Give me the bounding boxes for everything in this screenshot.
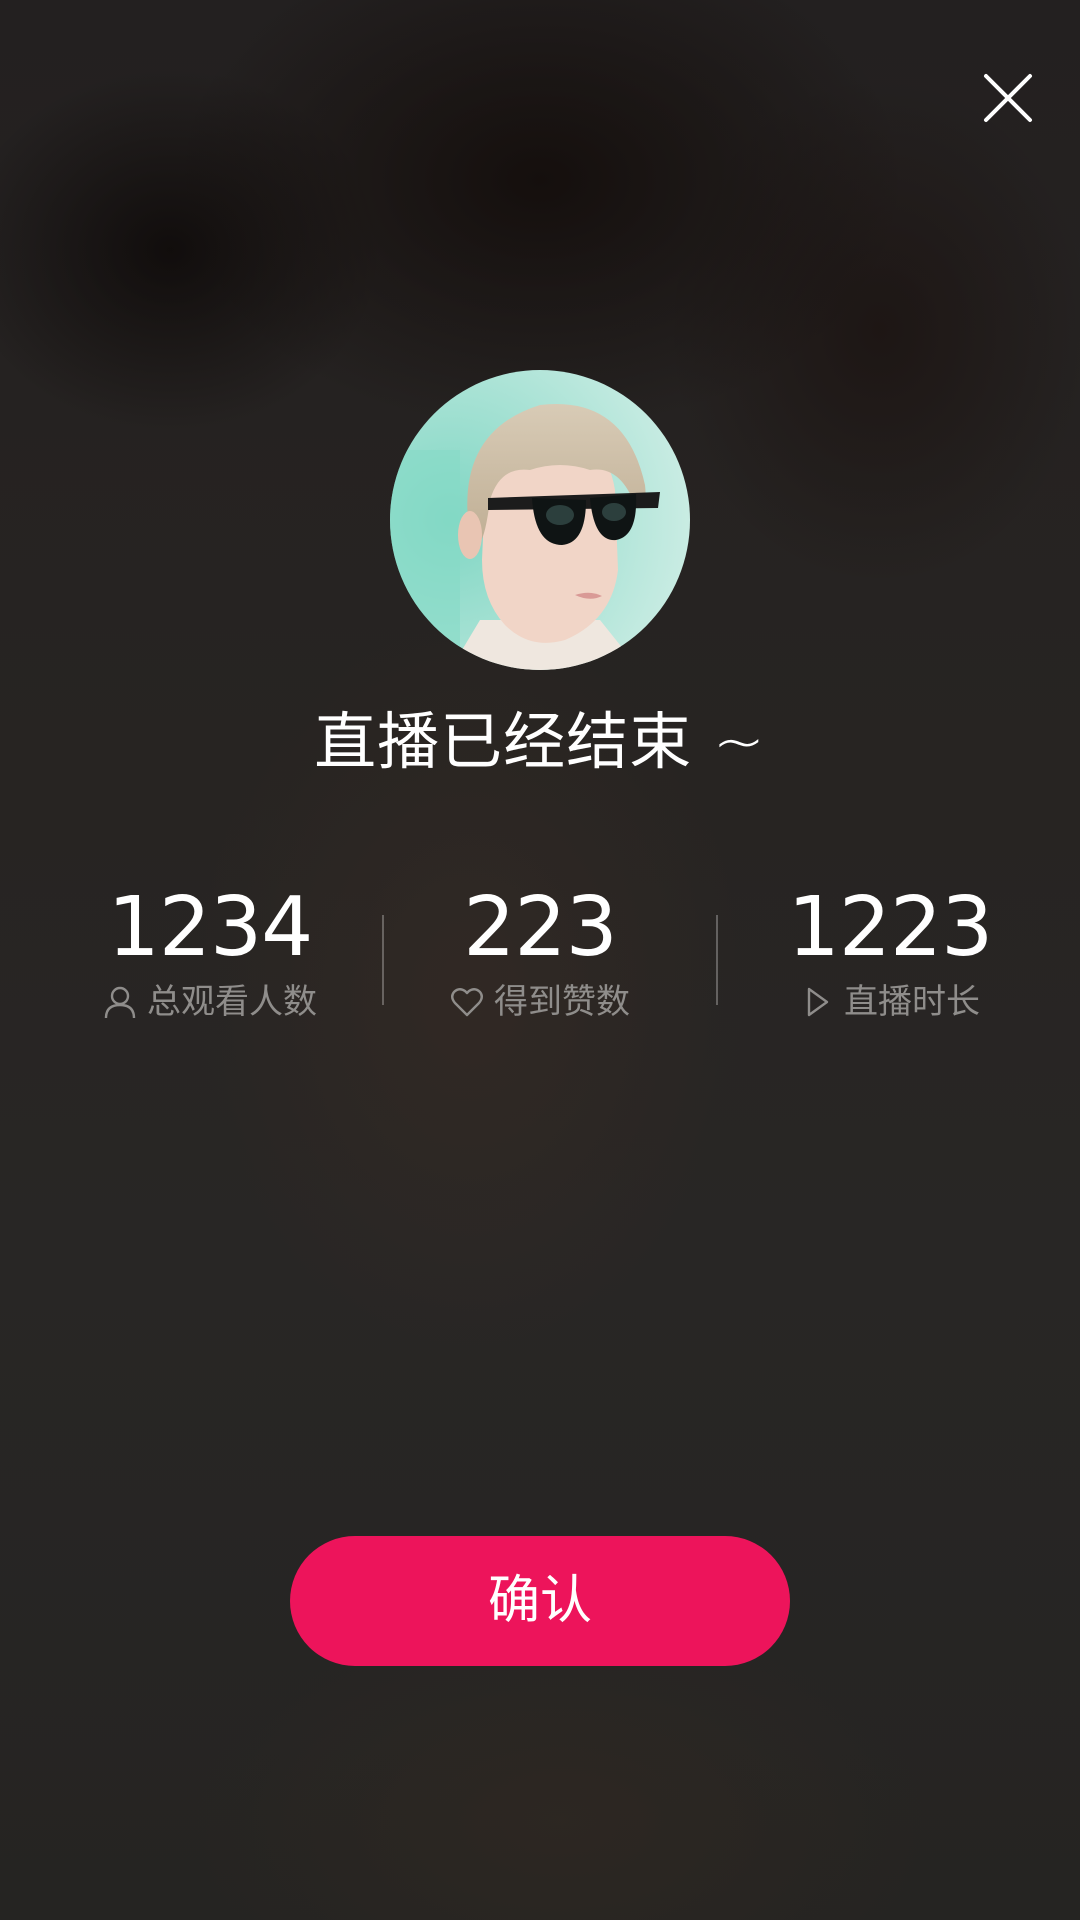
close-icon xyxy=(984,74,1032,122)
avatar xyxy=(390,370,690,670)
live-ended-title: 直播已经结束 ~ xyxy=(314,705,766,778)
user-avatar-photo xyxy=(390,370,690,670)
play-icon xyxy=(807,987,829,1017)
divider xyxy=(716,915,718,1005)
stat-label: 直播时长 xyxy=(844,982,980,1022)
stat-label: 总观看人数 xyxy=(147,982,317,1022)
user-icon xyxy=(104,986,136,1019)
live-ended-screen: 直播已经结束 ~ 1234 总观看人数 223 得到赞数 1223 直播时长 确… xyxy=(0,0,1080,1920)
stat-label: 得到赞数 xyxy=(494,982,630,1022)
stat-value: 1223 xyxy=(787,880,994,975)
stat-likes: 223 得到赞数 xyxy=(370,880,710,1024)
stat-label-row: 总观看人数 xyxy=(40,980,380,1024)
stat-value: 1234 xyxy=(107,880,314,975)
stat-label-row: 直播时长 xyxy=(720,980,1060,1024)
stat-value: 223 xyxy=(463,880,618,975)
heart-icon xyxy=(451,988,483,1017)
stat-total-viewers: 1234 总观看人数 xyxy=(40,880,380,1024)
stat-label-row: 得到赞数 xyxy=(370,980,710,1024)
close-button[interactable] xyxy=(978,68,1038,128)
stat-live-duration: 1223 直播时长 xyxy=(720,880,1060,1024)
confirm-button[interactable]: 确认 xyxy=(290,1536,790,1666)
